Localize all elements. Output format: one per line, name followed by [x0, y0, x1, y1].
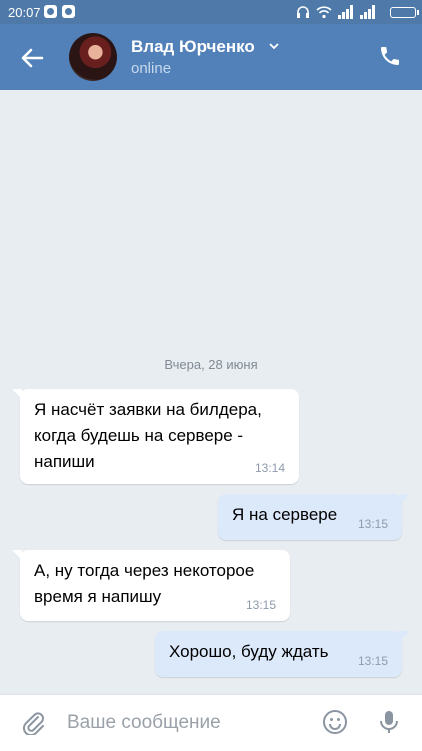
back-arrow-icon[interactable]	[18, 44, 46, 72]
contact-name[interactable]: Влад Юрченко	[131, 37, 255, 57]
message-line: напиши	[34, 452, 95, 471]
message-line: Я насчёт заявки на билдера,	[34, 400, 262, 419]
message-outgoing[interactable]: Хорошо, буду ждать 13:15	[155, 631, 410, 677]
skype-icon	[62, 5, 75, 18]
microphone-icon[interactable]	[375, 708, 403, 736]
emoji-icon[interactable]	[322, 709, 348, 735]
message-time: 13:14	[254, 461, 285, 475]
message-input[interactable]: Ваше сообщение	[67, 712, 221, 734]
status-bar: 20:07	[0, 0, 422, 24]
wifi-icon	[316, 6, 332, 19]
chat-header: Влад Юрченко online	[0, 24, 422, 90]
call-icon[interactable]	[378, 44, 402, 68]
message-line: А, ну тогда через некоторое	[34, 561, 255, 580]
message-time: 13:15	[357, 517, 388, 531]
message-time: 13:15	[245, 598, 276, 612]
signal-icon-2	[360, 4, 376, 19]
avatar[interactable]	[69, 33, 117, 81]
message-incoming[interactable]: Я насчёт заявки на билдера, когда будешь…	[12, 389, 299, 484]
contact-status: online	[131, 60, 172, 77]
notification-icon	[44, 5, 57, 18]
signal-icon-1	[338, 4, 354, 19]
message-outgoing[interactable]: Я на сервере 13:15	[218, 494, 410, 540]
message-time: 13:15	[357, 654, 388, 668]
attach-icon[interactable]	[20, 709, 46, 735]
message-incoming[interactable]: А, ну тогда через некоторое время я напи…	[12, 550, 290, 621]
system-icons	[296, 4, 419, 20]
date-divider: Вчера, 28 июня	[164, 357, 258, 372]
message-line: Хорошо, буду ждать	[169, 642, 329, 661]
battery-icon	[390, 7, 419, 18]
message-line: когда будешь на сервере -	[34, 426, 244, 445]
headphones-icon	[297, 6, 309, 18]
clock: 20:07	[8, 5, 41, 20]
message-composer: Ваше сообщение	[0, 694, 422, 751]
chevron-down-icon[interactable]	[268, 40, 280, 52]
message-line: время я напишу	[34, 587, 162, 606]
